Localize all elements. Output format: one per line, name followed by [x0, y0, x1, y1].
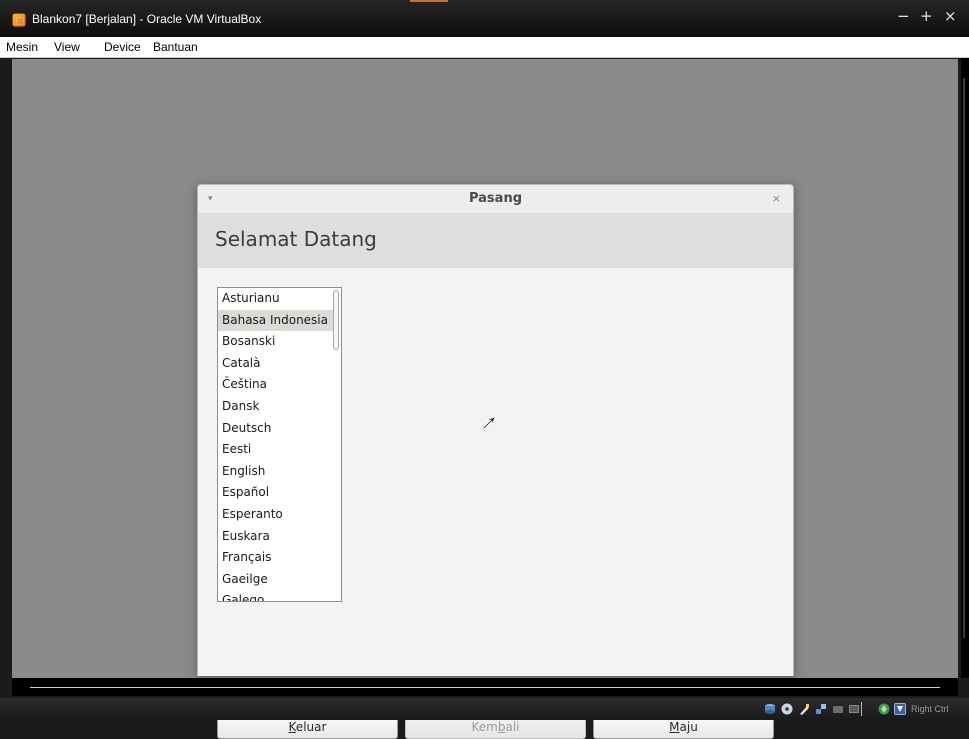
language-item[interactable]: Čeština: [218, 374, 333, 396]
forward-label-mnemonic: M: [669, 720, 680, 734]
language-item[interactable]: Galego: [218, 590, 333, 601]
mouse-pointer-icon: [482, 416, 496, 430]
menubar: Mesin View Device Bantuan: [0, 37, 969, 58]
language-list[interactable]: Asturianu Bahasa Indonesia Bosanski Cata…: [217, 287, 342, 602]
language-item[interactable]: Gaeilge: [218, 569, 333, 591]
window-titlebar[interactable]: Blankon7 [Berjalan] - Oracle VM VirtualB…: [0, 0, 969, 37]
display-icon[interactable]: [848, 703, 860, 715]
hard-disk-icon[interactable]: [764, 703, 776, 715]
menu-device[interactable]: Device: [104, 40, 141, 54]
dialog-heading: Selamat Datang: [215, 227, 377, 251]
menu-mesin[interactable]: Mesin: [6, 40, 38, 54]
language-item[interactable]: Bosanski: [218, 331, 333, 353]
language-item[interactable]: Dansk: [218, 396, 333, 418]
dialog-body: Asturianu Bahasa Indonesia Bosanski Cata…: [198, 268, 793, 739]
language-item[interactable]: English: [218, 461, 333, 483]
statusbar: Right Ctrl: [0, 698, 969, 720]
language-item[interactable]: Esperanto: [218, 504, 333, 526]
language-item[interactable]: Català: [218, 353, 333, 375]
right-edge: [961, 58, 969, 678]
language-item[interactable]: Euskara: [218, 526, 333, 548]
back-label-post: ali: [505, 720, 520, 734]
installer-dialog: ▾ Pasang × Selamat Datang Asturianu Baha…: [197, 184, 794, 739]
dialog-titlebar[interactable]: ▾ Pasang ×: [198, 185, 793, 213]
host-key-label: Right Ctrl: [911, 704, 949, 714]
language-item[interactable]: Español: [218, 482, 333, 504]
dialog-header: Selamat Datang: [198, 213, 793, 268]
minimize-button[interactable]: −: [897, 9, 910, 24]
maximize-button[interactable]: +: [920, 9, 933, 24]
close-button[interactable]: ×: [944, 9, 957, 24]
mouse-integration-icon[interactable]: [894, 703, 906, 715]
language-item[interactable]: Français: [218, 547, 333, 569]
statusbar-separator: [861, 702, 862, 716]
scrollbar-thumb[interactable]: [333, 290, 339, 350]
title-accent: [410, 0, 448, 2]
forward-label-post: aju: [679, 720, 698, 734]
window-title: Blankon7 [Berjalan] - Oracle VM VirtualB…: [32, 12, 262, 26]
shared-folder-icon[interactable]: [832, 703, 844, 715]
quit-label-mnemonic: K: [288, 720, 296, 734]
quit-label-post: eluar: [295, 720, 327, 734]
language-item[interactable]: Asturianu: [218, 288, 333, 310]
virtualization-icon[interactable]: [878, 703, 890, 715]
usb-icon[interactable]: [798, 703, 810, 715]
guest-bottom-bar: [12, 678, 958, 696]
language-item-selected[interactable]: Bahasa Indonesia: [218, 309, 333, 332]
language-item[interactable]: Deutsch: [218, 418, 333, 440]
language-list-scrollbar[interactable]: [333, 289, 340, 600]
dialog-close-icon[interactable]: ×: [772, 192, 781, 205]
back-label-mnemonic: b: [497, 720, 506, 734]
back-label-pre: Kem: [471, 720, 498, 734]
dialog-title: Pasang: [468, 191, 523, 206]
menu-view[interactable]: View: [54, 40, 80, 54]
language-item[interactable]: Eesti: [218, 439, 333, 461]
menu-bantuan[interactable]: Bantuan: [153, 40, 198, 54]
virtualbox-app-icon: [12, 13, 26, 27]
network-icon[interactable]: [815, 703, 827, 715]
optical-drive-icon[interactable]: [781, 703, 793, 715]
